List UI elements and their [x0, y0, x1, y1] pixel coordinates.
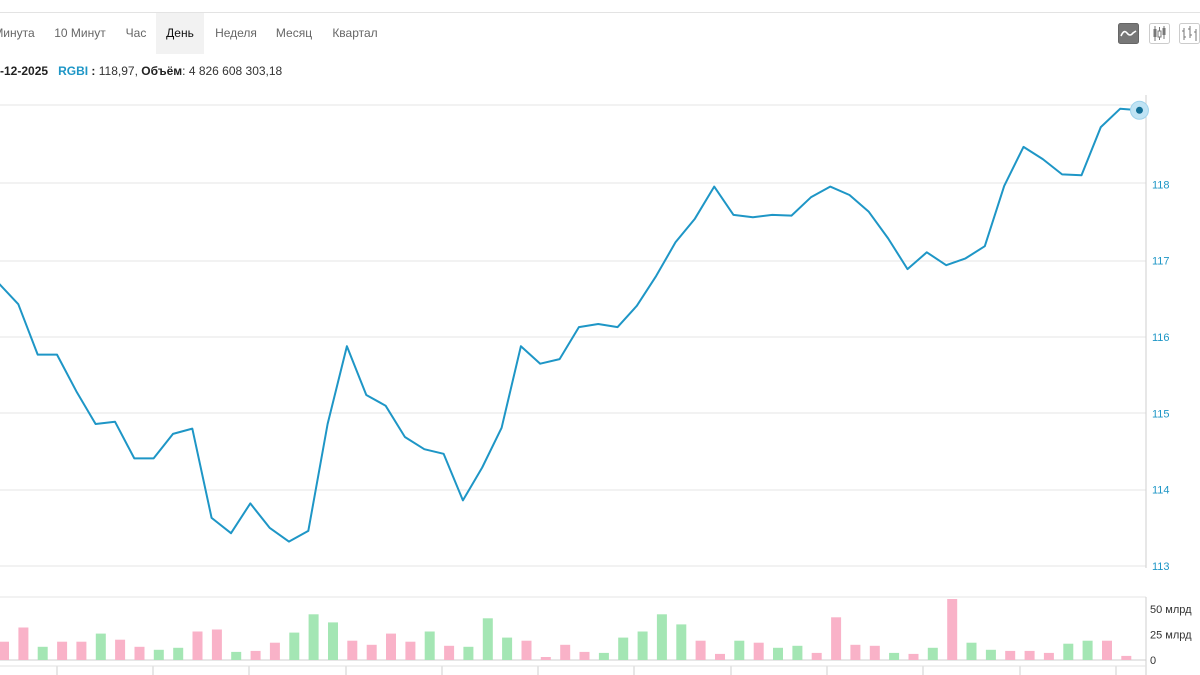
volume-bar — [947, 599, 958, 660]
volume-bar — [1063, 643, 1074, 660]
volume-bar — [656, 614, 667, 660]
last-price-point[interactable] — [1135, 106, 1143, 114]
price-chart[interactable]: 113 114 115 116 117 118 0 25 млрд 50 млрд — [0, 0, 1200, 675]
volume-bar — [1043, 652, 1054, 660]
volume-bar — [482, 618, 493, 660]
volume-bar — [386, 633, 396, 660]
price-series-line — [0, 107, 1140, 543]
volume-bar — [347, 640, 358, 660]
volume-bar — [618, 637, 629, 660]
volume-bar — [269, 642, 280, 660]
volume-bar — [134, 646, 145, 660]
volume-bar — [811, 652, 822, 660]
volume-bar — [328, 622, 338, 660]
volume-bar — [250, 650, 261, 660]
price-tick-label: 117 — [1152, 256, 1170, 268]
volume-bar — [560, 644, 571, 660]
price-tick-label: 113 — [1152, 561, 1170, 573]
volume-tick-label: 0 — [1150, 655, 1156, 667]
volume-bar — [57, 641, 68, 660]
volume-bar — [173, 647, 184, 660]
volume-bar — [773, 647, 783, 660]
volume-bar — [463, 646, 474, 660]
volume-bar — [192, 631, 203, 660]
volume-bar — [579, 651, 590, 660]
volume-bar — [1102, 640, 1112, 660]
volume-bar — [637, 631, 648, 660]
volume-bar — [1082, 640, 1093, 660]
volume-tick-label: 50 млрд — [1150, 604, 1192, 616]
volume-bar — [211, 629, 222, 660]
volume-bar — [966, 642, 977, 660]
volume-bar — [521, 640, 532, 660]
volume-bar — [366, 644, 377, 660]
price-tick-label: 115 — [1152, 408, 1170, 420]
price-tick-label: 116 — [1152, 332, 1170, 344]
volume-bar — [1005, 650, 1016, 660]
volume-bar — [444, 645, 455, 660]
volume-bar — [598, 652, 609, 660]
volume-bar — [0, 641, 9, 660]
volume-bar — [715, 653, 725, 660]
volume-bar — [753, 642, 764, 660]
volume-bar — [231, 651, 242, 660]
volume-bar — [850, 644, 861, 660]
volume-bar — [289, 632, 300, 660]
volume-bar — [18, 627, 29, 660]
volume-bar — [734, 640, 745, 660]
volume-bar — [153, 649, 164, 660]
volume-bar — [1024, 650, 1035, 660]
volume-tick-label: 25 млрд — [1150, 630, 1192, 642]
volume-bar — [502, 637, 513, 660]
volume-bar — [695, 640, 706, 660]
volume-bar — [95, 633, 106, 660]
volume-bar — [869, 645, 880, 660]
volume-bar — [676, 624, 687, 660]
price-tick-label: 114 — [1152, 485, 1170, 497]
volume-bar — [37, 646, 48, 660]
volume-bar — [889, 652, 900, 660]
volume-bar — [1121, 655, 1132, 660]
price-tick-label: 118 — [1152, 179, 1170, 191]
volume-bar — [831, 617, 842, 660]
volume-bar — [76, 641, 87, 660]
volume-bar — [308, 614, 319, 660]
volume-bar — [927, 647, 938, 660]
volume-bar — [115, 639, 126, 660]
volume-bar — [424, 631, 435, 660]
volume-bar — [792, 645, 803, 660]
volume-bar — [405, 641, 416, 660]
volume-bar — [908, 653, 919, 660]
volume-bar — [540, 657, 551, 660]
volume-bar — [985, 649, 996, 660]
